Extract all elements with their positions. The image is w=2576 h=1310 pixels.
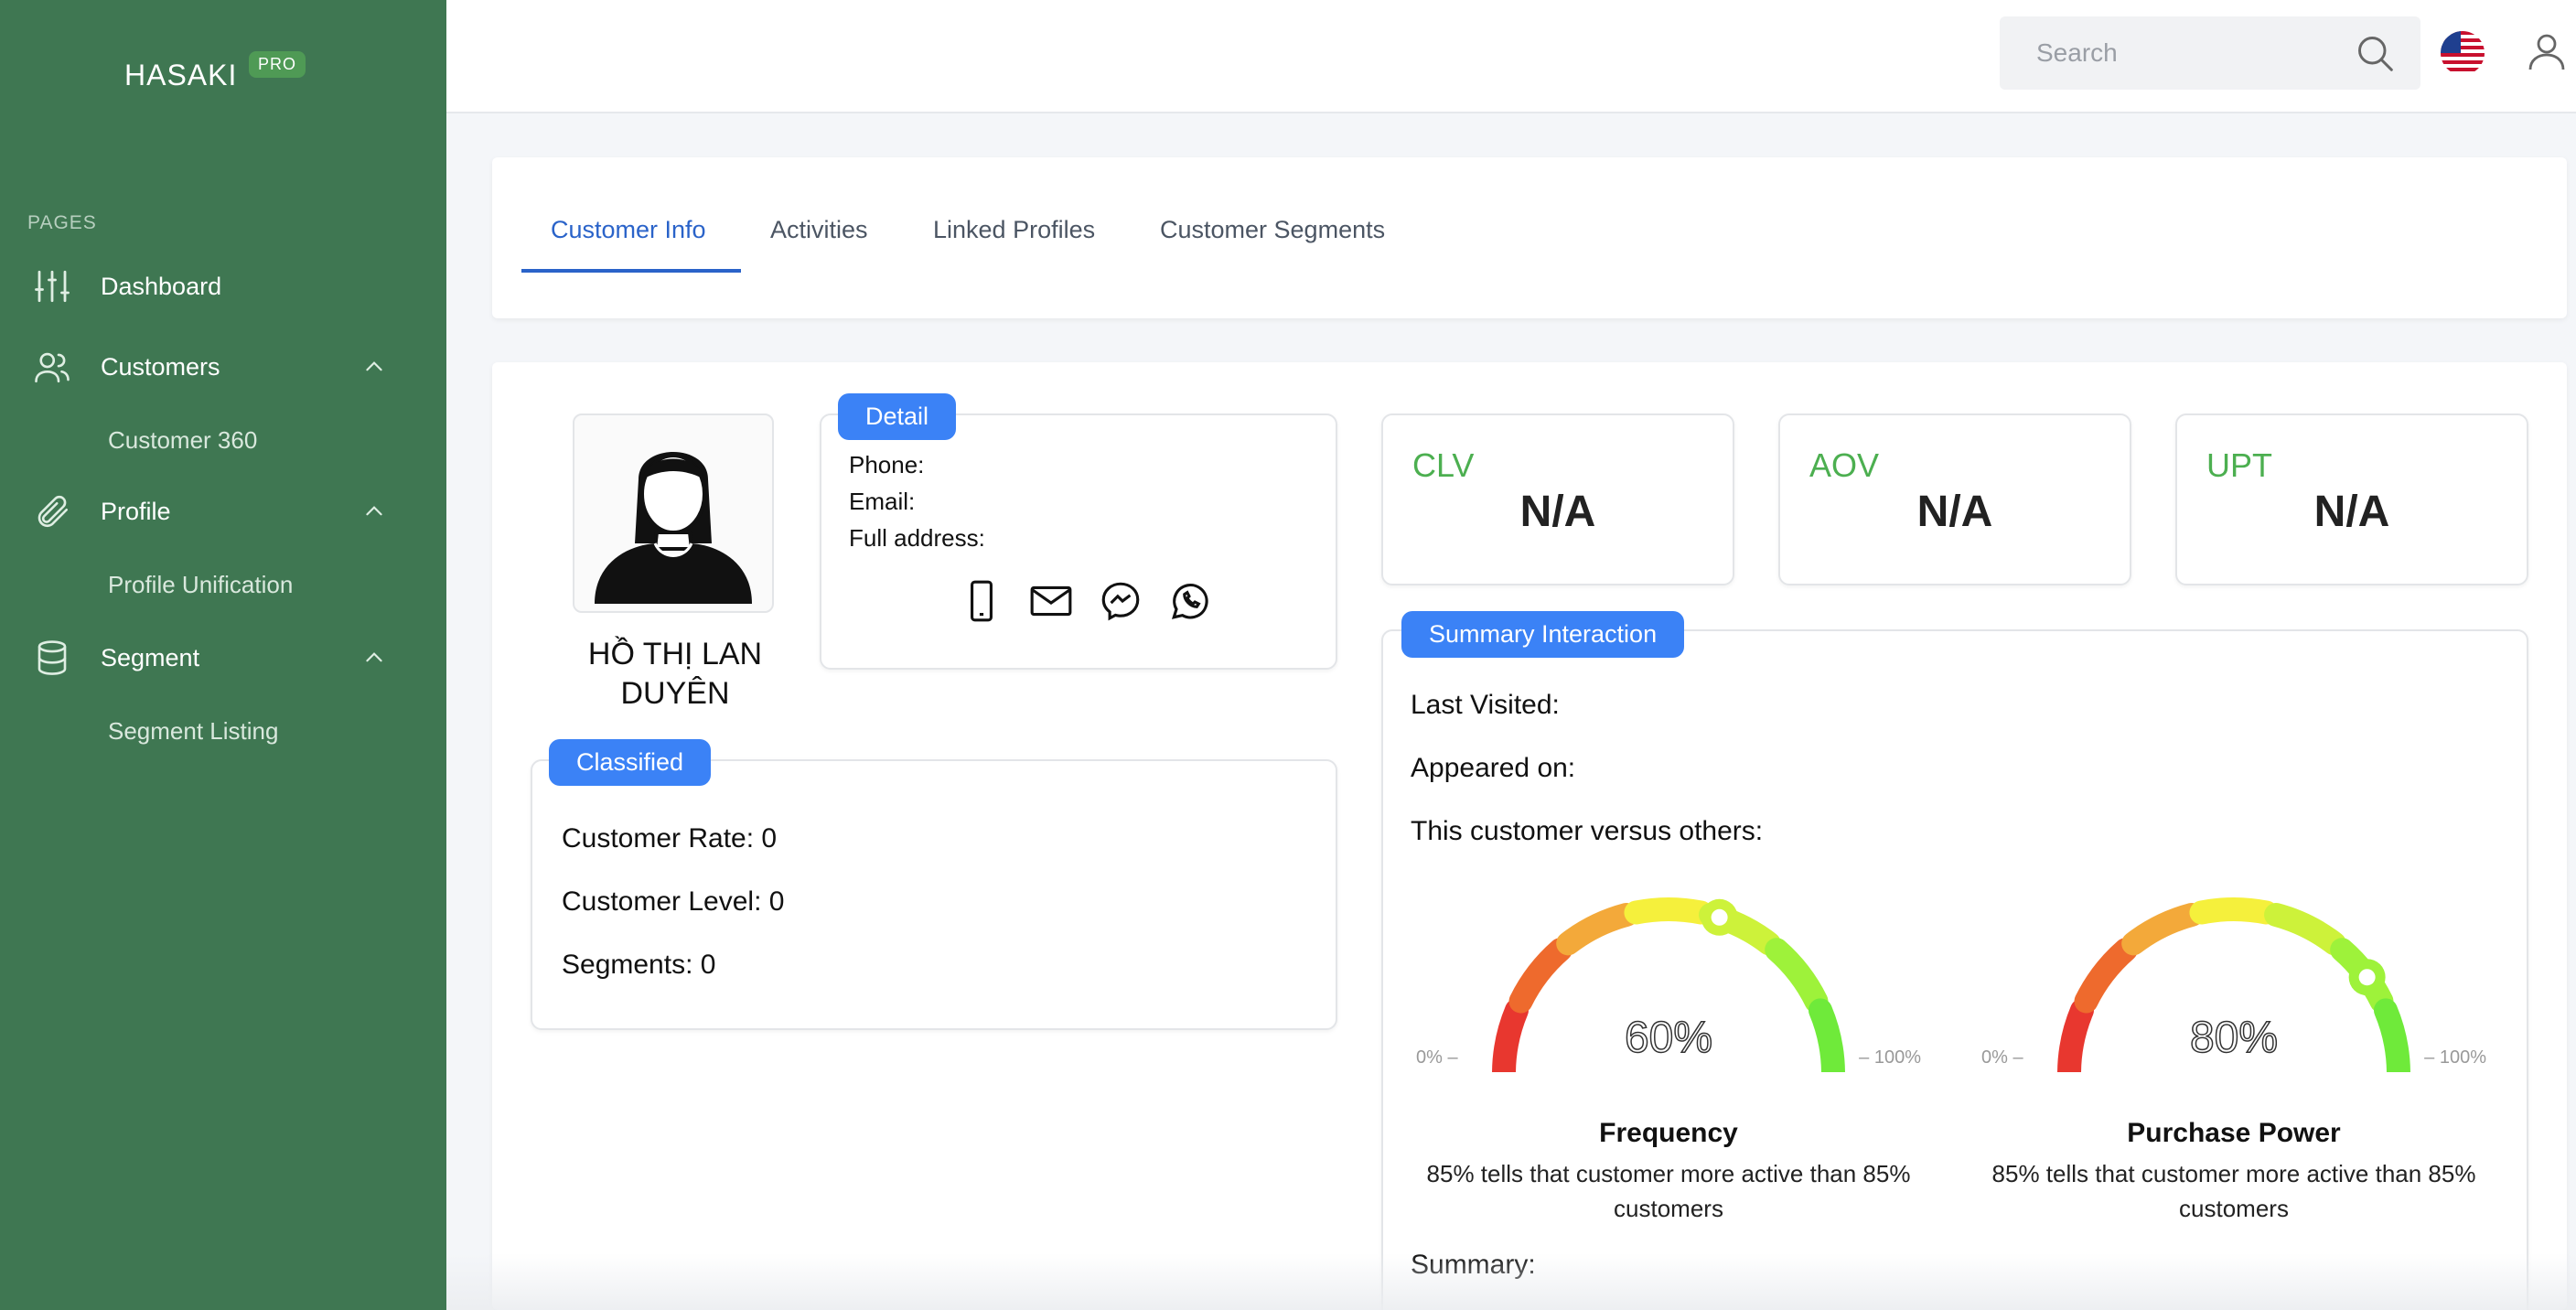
tab-linked-profiles[interactable]: Linked Profiles xyxy=(933,216,1095,272)
customer-rate: Customer Rate: 0 xyxy=(562,823,778,854)
sidebar-item-label: Segment xyxy=(101,643,200,671)
gauge-max-label: – 100% xyxy=(2424,1047,2486,1068)
summary-fields: Last Visited: Appeared on: This customer… xyxy=(1411,673,1763,863)
metric-value: N/A xyxy=(2313,488,2390,536)
detail-pill: Detail xyxy=(838,393,957,441)
summary-interaction-pill: Summary Interaction xyxy=(1401,611,1685,659)
metric-value: N/A xyxy=(1916,488,1993,536)
metric-card-aov: AOV N/A xyxy=(1778,413,2131,585)
female-avatar-icon xyxy=(595,452,752,604)
sliders-icon xyxy=(35,270,70,303)
search-input[interactable] xyxy=(2000,16,2347,90)
sidebar-subitem-segment-listing[interactable]: Segment Listing xyxy=(108,717,278,746)
address-label: Full address: xyxy=(849,524,985,552)
gauge-segment xyxy=(1492,998,1530,1086)
phone-icon[interactable] xyxy=(959,578,1004,624)
gauge-segment xyxy=(2057,998,2095,1086)
paperclip-icon xyxy=(38,495,69,527)
appeared-on-label: Appeared on: xyxy=(1411,753,1576,783)
phone-label: Phone: xyxy=(849,451,925,478)
gauge-segment xyxy=(2074,938,2138,1014)
sidebar: HASAKI PRO PAGES Dashboard Customers Cus… xyxy=(0,0,446,1310)
customer-level: Customer Level: 0 xyxy=(562,886,785,917)
purchase-power-gauge-arc: 80% 0% – – 100% xyxy=(1981,897,2486,1086)
frequency-title: Frequency xyxy=(1599,1118,1738,1148)
sidebar-item-segment[interactable]: Segment xyxy=(0,626,446,690)
frequency-description: 85% tells that customer more active than… xyxy=(1426,1160,1911,1222)
gauge-pointer-dot xyxy=(1711,908,1728,926)
customer-name: HỒ THỊ LAN DUYÊN xyxy=(587,637,763,711)
gauge-segment xyxy=(1508,938,1572,1014)
gauge-segment xyxy=(2121,902,2204,956)
classified-fields: Customer Rate: 0 Customer Level: 0 Segme… xyxy=(562,807,784,996)
gauge-min-label: 0% – xyxy=(1981,1047,2023,1068)
detail-fields: Phone: Email: Full address: xyxy=(849,446,985,556)
sidebar-item-customers[interactable]: Customers xyxy=(0,335,446,399)
gauge-segment xyxy=(2189,897,2279,925)
whatsapp-icon[interactable] xyxy=(1167,578,1213,624)
customer-info-panel: HỒ THỊ LAN DUYÊN Phone: Email: Full addr… xyxy=(492,362,2567,1310)
sidebar-section-label: PAGES xyxy=(27,212,97,233)
metric-label: UPT xyxy=(2206,446,2272,484)
sidebar-item-label: Profile xyxy=(101,497,171,525)
purchase-power-description: 85% tells that customer more active than… xyxy=(1991,1160,2476,1222)
gauge-pointer-dot xyxy=(2358,969,2376,986)
gauge-value-text: 80% xyxy=(2190,1014,2278,1062)
metric-card-upt: UPT N/A xyxy=(2175,413,2528,585)
metric-card-clv: CLV N/A xyxy=(1381,413,1734,585)
brand-logo[interactable]: HASAKI xyxy=(124,59,237,92)
gauge-value-text: 60% xyxy=(1625,1014,1712,1062)
versus-label: This customer versus others: xyxy=(1411,816,1764,846)
gauge-max-label: – 100% xyxy=(1859,1047,1921,1068)
users-icon xyxy=(35,352,70,383)
frequency-gauge: 60% 0% – – 100% xyxy=(1412,862,1925,1136)
sidebar-item-dashboard[interactable]: Dashboard xyxy=(0,254,446,318)
sidebar-item-profile[interactable]: Profile xyxy=(0,479,446,543)
topbar xyxy=(446,0,2576,113)
gauge-segment xyxy=(2373,998,2410,1086)
messenger-icon[interactable] xyxy=(1098,578,1143,624)
tabs-card: Customer Info Activities Linked Profiles… xyxy=(492,157,2567,318)
sidebar-subitem-profile-unification[interactable]: Profile Unification xyxy=(108,571,293,599)
segments-count: Segments: 0 xyxy=(562,950,716,980)
tab-customer-info[interactable]: Customer Info xyxy=(551,216,706,272)
classified-card: Customer Rate: 0 Customer Level: 0 Segme… xyxy=(531,759,1337,1030)
chevron-up-icon[interactable] xyxy=(362,646,386,670)
gauge-segment xyxy=(1624,897,1713,925)
sidebar-subitem-customer-360[interactable]: Customer 360 xyxy=(108,426,257,455)
detail-card: Phone: Email: Full address: xyxy=(820,413,1337,670)
gauge-segment xyxy=(2264,902,2346,956)
us-flag-icon[interactable] xyxy=(2441,31,2485,75)
database-icon xyxy=(38,640,67,675)
tab-customer-segments[interactable]: Customer Segments xyxy=(1160,216,1385,272)
summary-label: Summary: xyxy=(1411,1250,1536,1280)
sidebar-item-label: Dashboard xyxy=(101,272,222,300)
last-visited-label: Last Visited: xyxy=(1411,690,1560,720)
summary-interaction-card: Last Visited: Appeared on: This customer… xyxy=(1381,629,2528,1310)
purchase-power-gauge: 80% 0% – – 100% xyxy=(1978,862,2490,1136)
gauge-segment xyxy=(1765,938,1829,1014)
chevron-up-icon[interactable] xyxy=(362,499,386,523)
active-tab-indicator xyxy=(521,269,741,273)
purchase-power-title: Purchase Power xyxy=(2127,1118,2341,1148)
gauge-segment xyxy=(1556,902,1638,956)
mail-icon[interactable] xyxy=(1028,578,1074,624)
avatar xyxy=(573,413,774,613)
email-label: Email: xyxy=(849,488,916,515)
contact-icons xyxy=(959,578,1213,624)
gauge-min-label: 0% – xyxy=(1416,1047,1458,1068)
metric-value: N/A xyxy=(1519,488,1596,536)
classified-pill: Classified xyxy=(549,739,712,787)
pro-badge: PRO xyxy=(249,51,306,78)
tab-activities[interactable]: Activities xyxy=(770,216,868,272)
metric-label: AOV xyxy=(1809,446,1880,484)
search-icon[interactable] xyxy=(2355,33,2395,73)
user-icon[interactable] xyxy=(2525,29,2569,73)
sidebar-item-label: Customers xyxy=(101,352,220,381)
chevron-up-icon[interactable] xyxy=(362,355,386,379)
search-box xyxy=(2000,16,2420,90)
metric-label: CLV xyxy=(1412,446,1475,484)
gauge-segment xyxy=(1808,998,1845,1086)
frequency-gauge-arc: 60% 0% – – 100% xyxy=(1416,897,1921,1086)
